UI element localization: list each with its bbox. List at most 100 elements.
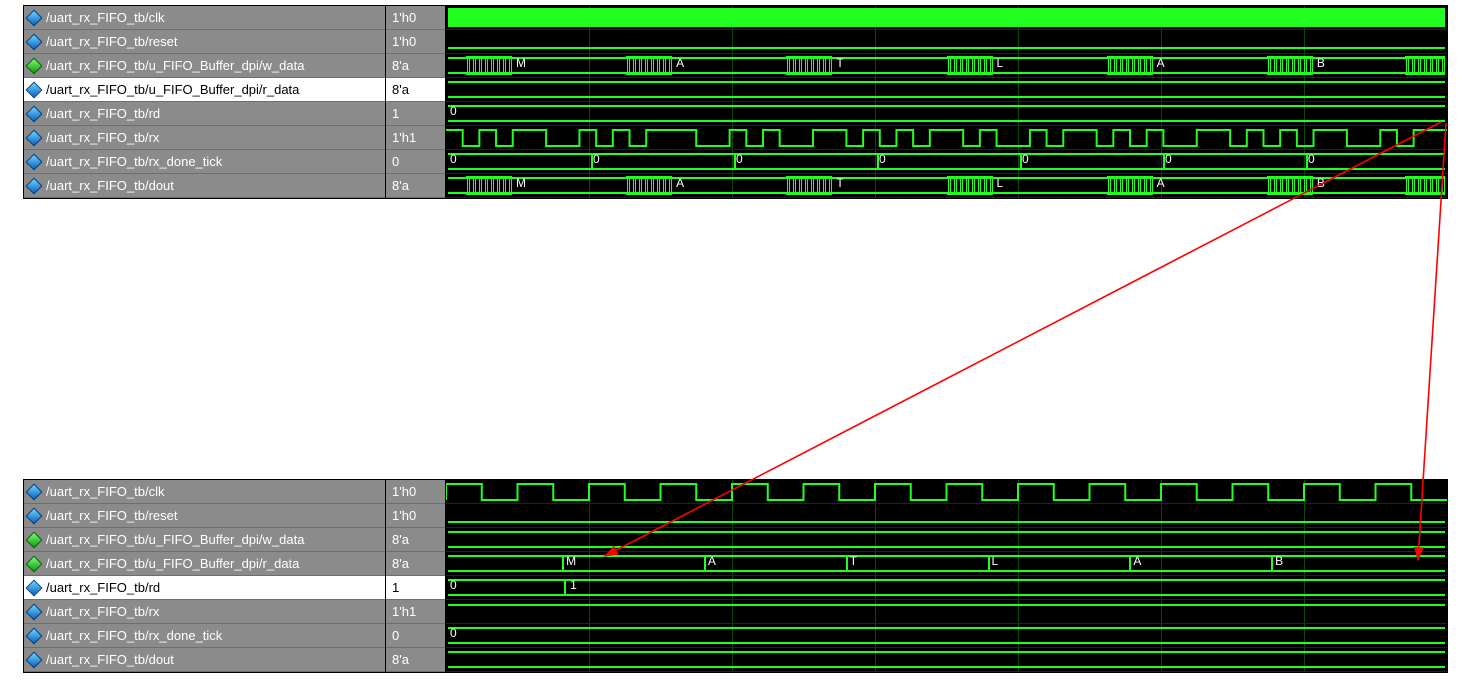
bus-char: A (1133, 554, 1141, 568)
waveform-lane[interactable] (446, 504, 1447, 528)
bus-char: L (997, 56, 1004, 70)
waveform-lane[interactable]: 01 (446, 576, 1447, 600)
waveform-lane[interactable]: 0 (446, 102, 1447, 126)
signal-name-label: /uart_rx_FIFO_tb/u_FIFO_Buffer_dpi/r_dat… (46, 78, 299, 102)
bus-value: 1 (570, 578, 577, 592)
signal-value-cell[interactable]: 0 (386, 150, 445, 174)
signal-icon (26, 555, 43, 572)
signal-name-row[interactable]: /uart_rx_FIFO_tb/dout (24, 174, 385, 198)
signal-name-label: /uart_rx_FIFO_tb/u_FIFO_Buffer_dpi/w_dat… (46, 54, 304, 78)
signal-value-cell[interactable]: 1'h0 (386, 30, 445, 54)
waveform-lane[interactable] (446, 480, 1447, 504)
signal-name-label: /uart_rx_FIFO_tb/rx_done_tick (46, 624, 222, 648)
signal-name-row[interactable]: /uart_rx_FIFO_tb/u_FIFO_Buffer_dpi/r_dat… (24, 78, 385, 102)
bus-char: B (1275, 554, 1283, 568)
signal-name-label: /uart_rx_FIFO_tb/rx_done_tick (46, 150, 222, 174)
bus-value: 0 (450, 578, 457, 592)
signal-value-cell[interactable]: 1'h0 (386, 480, 445, 504)
waveform-lane[interactable]: MATLAB (446, 54, 1447, 78)
signal-name-label: /uart_rx_FIFO_tb/rx (46, 126, 159, 150)
waveform-lane[interactable] (446, 6, 1447, 30)
bus-char: A (676, 176, 684, 190)
waveform-lane[interactable] (446, 78, 1447, 102)
bus-char: M (566, 554, 576, 568)
signal-icon (26, 603, 43, 620)
waveform-lane[interactable] (446, 126, 1447, 150)
signal-name-row[interactable]: /uart_rx_FIFO_tb/dout (24, 648, 385, 672)
signal-icon (26, 9, 43, 26)
signal-value-cell[interactable]: 1'h1 (386, 600, 445, 624)
waveform-lane[interactable]: MATLAB (446, 174, 1447, 198)
signal-value-cell[interactable]: 1 (386, 576, 445, 600)
bus-char: M (516, 56, 526, 70)
signal-value-cell[interactable]: 8'a (386, 648, 445, 672)
signal-name-label: /uart_rx_FIFO_tb/reset (46, 504, 178, 528)
signal-icon (26, 105, 43, 122)
bus-char: B (1317, 176, 1325, 190)
signal-name-label: /uart_rx_FIFO_tb/rx (46, 600, 159, 624)
signal-name-row[interactable]: /uart_rx_FIFO_tb/rx_done_tick (24, 624, 385, 648)
waveform-lane[interactable]: MATLAB (446, 552, 1447, 576)
signal-name-row[interactable]: /uart_rx_FIFO_tb/rx_done_tick (24, 150, 385, 174)
bus-char: A (1157, 56, 1165, 70)
signal-name-row[interactable]: /uart_rx_FIFO_tb/reset (24, 30, 385, 54)
bus-value: 0 (450, 152, 457, 166)
signal-icon (26, 579, 43, 596)
bus-char: T (836, 56, 843, 70)
signal-icon (26, 33, 43, 50)
signal-value-cell[interactable]: 1'h0 (386, 6, 445, 30)
signal-name-row[interactable]: /uart_rx_FIFO_tb/u_FIFO_Buffer_dpi/w_dat… (24, 54, 385, 78)
signal-value-cell[interactable]: 8'a (386, 78, 445, 102)
signal-value-cell[interactable]: 8'a (386, 174, 445, 198)
signal-name-row[interactable]: /uart_rx_FIFO_tb/reset (24, 504, 385, 528)
signal-icon (26, 507, 43, 524)
bus-char: M (516, 176, 526, 190)
signal-icon (26, 57, 43, 74)
signal-icon (26, 177, 43, 194)
signal-value-cell[interactable]: 0 (386, 624, 445, 648)
signal-name-label: /uart_rx_FIFO_tb/dout (46, 174, 174, 198)
signal-name-label: /uart_rx_FIFO_tb/dout (46, 648, 174, 672)
waveform-lane[interactable] (446, 30, 1447, 54)
signal-name-row[interactable]: /uart_rx_FIFO_tb/u_FIFO_Buffer_dpi/r_dat… (24, 552, 385, 576)
signal-value-cell[interactable]: 1'h0 (386, 504, 445, 528)
signal-value-cell[interactable]: 8'a (386, 552, 445, 576)
bus-char: T (850, 554, 857, 568)
waveform-lane[interactable]: 0 (446, 624, 1447, 648)
signal-name-label: /uart_rx_FIFO_tb/reset (46, 30, 178, 54)
signal-name-row[interactable]: /uart_rx_FIFO_tb/rd (24, 576, 385, 600)
signal-name-row[interactable]: /uart_rx_FIFO_tb/u_FIFO_Buffer_dpi/w_dat… (24, 528, 385, 552)
signal-icon (26, 153, 43, 170)
signal-value-cell[interactable]: 1 (386, 102, 445, 126)
bus-char: L (997, 176, 1004, 190)
signal-name-row[interactable]: /uart_rx_FIFO_tb/rx (24, 126, 385, 150)
signal-icon (26, 651, 43, 668)
signal-icon (26, 483, 43, 500)
bus-char: T (836, 176, 843, 190)
signal-icon (26, 81, 43, 98)
signal-name-label: /uart_rx_FIFO_tb/u_FIFO_Buffer_dpi/r_dat… (46, 552, 299, 576)
bus-char: A (676, 56, 684, 70)
signal-name-row[interactable]: /uart_rx_FIFO_tb/clk (24, 6, 385, 30)
signal-value-cell[interactable]: 1'h1 (386, 126, 445, 150)
signal-name-row[interactable]: /uart_rx_FIFO_tb/rx (24, 600, 385, 624)
signal-name-label: /uart_rx_FIFO_tb/clk (46, 480, 164, 504)
signal-name-row[interactable]: /uart_rx_FIFO_tb/rd (24, 102, 385, 126)
bus-value: 0 (450, 104, 457, 118)
signal-name-label: /uart_rx_FIFO_tb/clk (46, 6, 164, 30)
bus-value: 0 (450, 626, 457, 640)
signal-value-cell[interactable]: 8'a (386, 54, 445, 78)
waveform-lane[interactable] (446, 528, 1447, 552)
waveform-lane[interactable] (446, 648, 1447, 672)
bus-char: A (1157, 176, 1165, 190)
signal-name-label: /uart_rx_FIFO_tb/rd (46, 102, 160, 126)
signal-icon (26, 531, 43, 548)
bus-char: A (708, 554, 716, 568)
waveform-lane[interactable] (446, 600, 1447, 624)
signal-icon (26, 627, 43, 644)
waveform-lane[interactable]: 0000000 (446, 150, 1447, 174)
signal-name-row[interactable]: /uart_rx_FIFO_tb/clk (24, 480, 385, 504)
signal-value-cell[interactable]: 8'a (386, 528, 445, 552)
bus-char: B (1317, 56, 1325, 70)
bus-char: L (992, 554, 999, 568)
